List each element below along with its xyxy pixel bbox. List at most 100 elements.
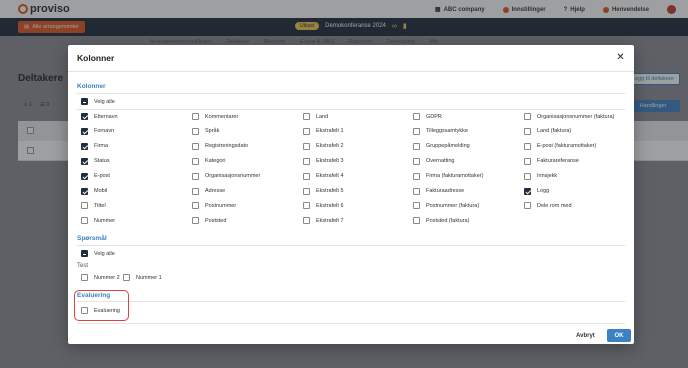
column-checkbox[interactable] — [303, 172, 310, 180]
column-option-label: Fakturareferanse — [537, 158, 579, 165]
question-checkbox[interactable] — [81, 274, 88, 281]
column-checkbox[interactable] — [81, 157, 88, 165]
column-option[interactable]: Dele rom med — [524, 202, 572, 210]
column-checkbox[interactable] — [192, 217, 199, 225]
section-divider — [77, 245, 625, 246]
column-option-label: Mobil — [94, 188, 108, 194]
column-checkbox[interactable] — [524, 127, 531, 135]
close-icon[interactable]: ✕ — [615, 52, 626, 63]
column-option[interactable]: Etternavn — [81, 113, 118, 120]
column-checkbox[interactable] — [81, 113, 88, 120]
column-option-label: Postnummer (faktura) — [426, 202, 480, 209]
column-option[interactable]: Fakturaadresse — [413, 187, 464, 195]
column-option[interactable]: Ekstrafelt 6 — [303, 202, 344, 210]
column-checkbox[interactable] — [413, 157, 420, 165]
columns-select-all[interactable]: Velg alle — [81, 98, 115, 105]
column-checkbox[interactable] — [524, 157, 531, 165]
column-option[interactable]: E-post (fakturamottaker) — [524, 142, 596, 150]
column-option[interactable]: Firma — [81, 142, 108, 150]
column-option[interactable]: E-post — [81, 172, 110, 180]
column-option[interactable]: Organisasjonsnummer (faktura) — [524, 113, 614, 120]
column-option[interactable]: Mobil — [81, 187, 108, 195]
question-item[interactable]: Nummer 1 — [123, 274, 162, 281]
column-checkbox[interactable] — [192, 157, 199, 165]
column-option[interactable]: Nummer — [81, 217, 115, 225]
column-checkbox[interactable] — [413, 127, 420, 135]
column-checkbox[interactable] — [303, 127, 310, 135]
column-checkbox[interactable] — [192, 202, 199, 210]
questions-select-all[interactable]: Velg alle — [81, 250, 115, 257]
column-option-label: Land (faktura) — [537, 128, 572, 135]
column-checkbox[interactable] — [192, 187, 199, 195]
column-checkbox[interactable] — [524, 142, 531, 150]
column-checkbox[interactable] — [413, 113, 420, 120]
column-option[interactable]: Ekstrafelt 7 — [303, 217, 344, 225]
column-checkbox[interactable] — [303, 217, 310, 225]
column-option[interactable]: Innsjekk — [524, 172, 557, 180]
column-option[interactable]: Poststed (faktura) — [413, 217, 469, 225]
column-checkbox[interactable] — [524, 202, 531, 210]
ok-button[interactable]: OK — [607, 329, 631, 342]
column-option[interactable]: Språk — [192, 127, 219, 135]
column-option[interactable]: Fakturareferanse — [524, 157, 579, 165]
select-all-checkbox[interactable] — [81, 250, 88, 257]
question-label: Nummer 2 — [94, 274, 120, 281]
column-option[interactable]: Overnatting — [413, 157, 454, 165]
column-checkbox[interactable] — [413, 187, 420, 195]
column-option[interactable]: Fornavn — [81, 127, 114, 135]
column-option[interactable]: Tilleggssamtykke — [413, 127, 468, 135]
question-checkbox[interactable] — [123, 274, 130, 281]
column-option[interactable]: Firma (fakturamottaker) — [413, 172, 483, 180]
question-label: Nummer 1 — [136, 274, 162, 281]
column-option[interactable]: Postnummer — [192, 202, 236, 210]
column-option[interactable]: Ekstrafelt 2 — [303, 142, 344, 150]
question-item[interactable]: Nummer 2 — [81, 274, 120, 281]
column-checkbox[interactable] — [303, 113, 310, 120]
column-checkbox[interactable] — [81, 172, 88, 180]
column-option[interactable]: Kommentarer — [192, 113, 238, 120]
column-checkbox[interactable] — [413, 217, 420, 225]
select-all-checkbox[interactable] — [81, 98, 88, 105]
column-checkbox[interactable] — [192, 142, 199, 150]
cancel-button[interactable]: Avbryt — [572, 330, 599, 342]
column-option[interactable]: Poststed — [192, 217, 226, 225]
column-checkbox[interactable] — [413, 172, 420, 180]
column-checkbox[interactable] — [81, 202, 88, 210]
column-option[interactable]: Registreringsdato — [192, 142, 248, 150]
column-option[interactable]: Land — [303, 113, 328, 120]
column-option-label: GDPR — [426, 113, 442, 120]
column-checkbox[interactable] — [81, 127, 88, 135]
column-option[interactable]: Gruppepåmelding — [413, 142, 470, 150]
column-checkbox[interactable] — [303, 157, 310, 165]
section-title-questions: Spørsmål — [77, 235, 107, 242]
column-option-label: Tittel — [94, 202, 106, 209]
column-checkbox[interactable] — [81, 142, 88, 150]
column-option[interactable]: Ekstrafelt 5 — [303, 187, 344, 195]
column-checkbox[interactable] — [192, 172, 199, 180]
column-checkbox[interactable] — [524, 113, 531, 120]
column-option[interactable]: Status — [81, 157, 110, 165]
question-group-label: Test — [77, 263, 89, 269]
column-checkbox[interactable] — [524, 187, 531, 195]
column-option[interactable]: Postnummer (faktura) — [413, 202, 480, 210]
column-checkbox[interactable] — [81, 187, 88, 195]
column-option[interactable]: GDPR — [413, 113, 442, 120]
column-option[interactable]: Logg — [524, 187, 549, 195]
column-option[interactable]: Adresse — [192, 187, 225, 195]
column-checkbox[interactable] — [413, 142, 420, 150]
column-checkbox[interactable] — [524, 172, 531, 180]
column-option[interactable]: Ekstrafelt 4 — [303, 172, 344, 180]
column-checkbox[interactable] — [192, 113, 199, 120]
column-checkbox[interactable] — [192, 127, 199, 135]
column-option[interactable]: Organisasjonsnummer — [192, 172, 260, 180]
column-option[interactable]: Kategori — [192, 157, 226, 165]
column-checkbox[interactable] — [303, 202, 310, 210]
column-option[interactable]: Land (faktura) — [524, 127, 572, 135]
column-checkbox[interactable] — [303, 187, 310, 195]
column-option[interactable]: Ekstrafelt 1 — [303, 127, 344, 135]
column-option[interactable]: Ekstrafelt 3 — [303, 157, 344, 165]
column-checkbox[interactable] — [413, 202, 420, 210]
column-checkbox[interactable] — [81, 217, 88, 225]
column-option[interactable]: Tittel — [81, 202, 106, 210]
column-checkbox[interactable] — [303, 142, 310, 150]
